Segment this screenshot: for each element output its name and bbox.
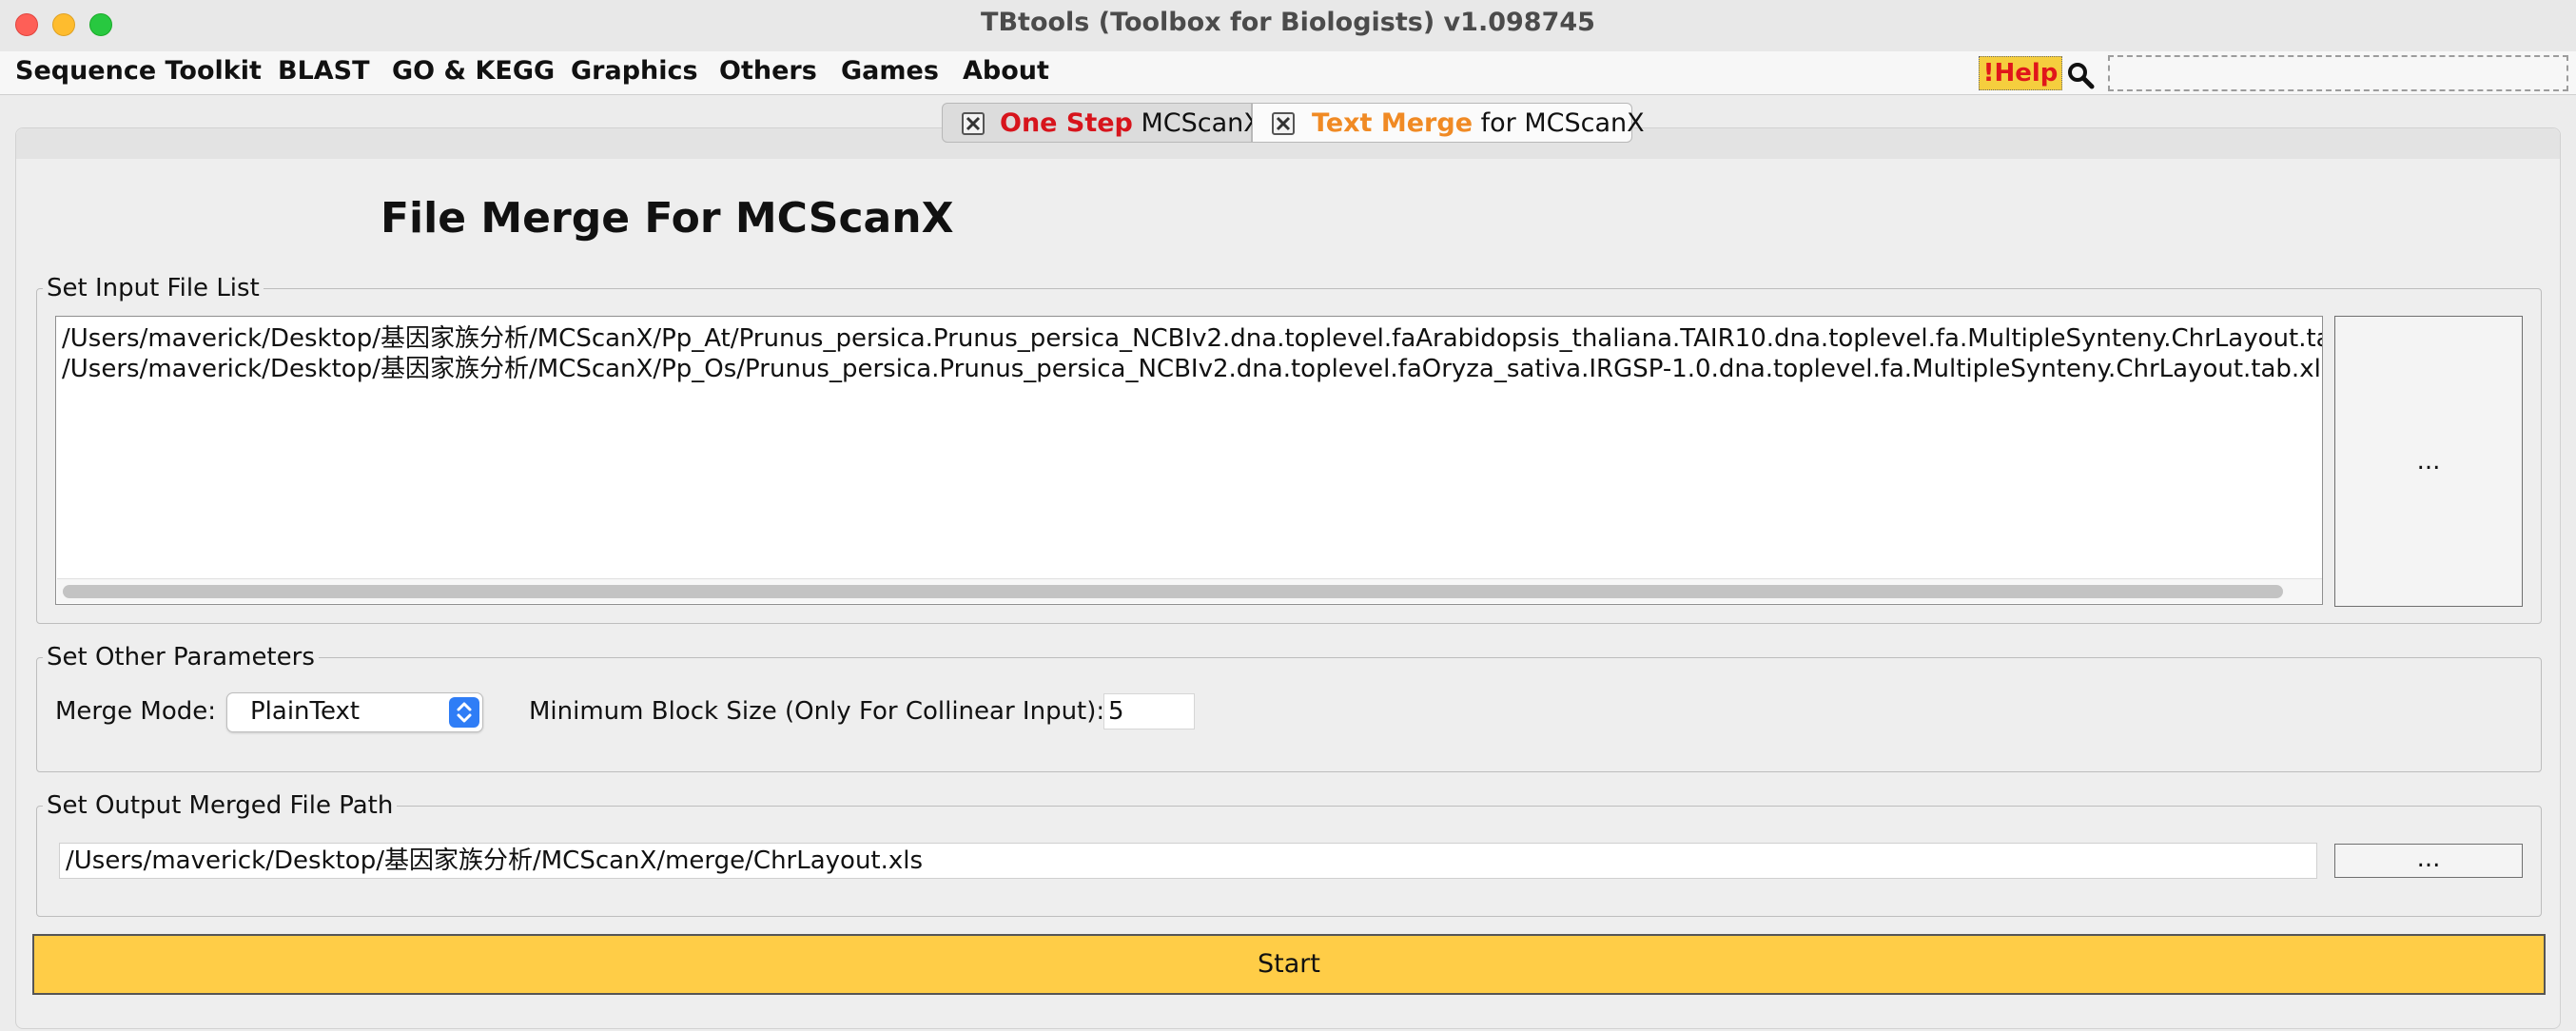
output-section-legend: Set Output Merged File Path <box>47 791 394 820</box>
menu-graphics[interactable]: Graphics <box>571 56 698 86</box>
tab-accent-label: Text Merge <box>1312 108 1473 138</box>
tab-text-merge-mcscanx[interactable]: Text Merge for MCScanX <box>1252 103 1645 143</box>
block-size-label: Minimum Block Size (Only For Collinear I… <box>529 697 1105 726</box>
merge-mode-select[interactable]: PlainText <box>226 692 483 732</box>
start-button[interactable]: Start <box>32 934 2546 995</box>
close-box-icon[interactable] <box>962 112 985 135</box>
close-box-icon[interactable] <box>1272 112 1295 135</box>
tab-accent-label: One Step <box>1000 108 1133 138</box>
params-section-legend: Set Other Parameters <box>47 643 315 671</box>
menu-go-kegg[interactable]: GO & KEGG <box>392 56 555 86</box>
merge-mode-label: Merge Mode: <box>55 697 217 726</box>
browse-output-path-button[interactable]: ... <box>2334 844 2523 878</box>
magnifier-icon[interactable] <box>2066 61 2095 89</box>
help-button[interactable]: !Help <box>1979 56 2062 90</box>
menu-others[interactable]: Others <box>719 56 817 86</box>
tab-label: for MCScanX <box>1480 108 1645 138</box>
min-block-size-input[interactable]: 5 <box>1103 693 1195 729</box>
menu-blast[interactable]: BLAST <box>278 56 370 86</box>
menu-bar: Sequence Toolkit BLAST GO & KEGG Graphic… <box>0 51 2576 95</box>
tab-one-step-mcscanx[interactable]: One Step MCScanX <box>942 103 1261 143</box>
list-item[interactable]: /Users/maverick/Desktop/基因家族分析/MCScanX/P… <box>62 349 2322 384</box>
tab-label: MCScanX <box>1141 108 1261 138</box>
menu-sequence-toolkit[interactable]: Sequence Toolkit <box>15 56 262 86</box>
scrollbar-thumb[interactable] <box>63 585 2283 598</box>
horizontal-scrollbar[interactable] <box>57 578 2322 603</box>
window-title: TBtools (Toolbox for Biologists) v1.0987… <box>981 8 1595 37</box>
browse-input-files-button[interactable]: ... <box>2334 316 2523 607</box>
merge-mode-value: PlainText <box>250 697 361 726</box>
page-title: File Merge For MCScanX <box>381 194 954 243</box>
input-file-list[interactable]: /Users/maverick/Desktop/基因家族分析/MCScanX/P… <box>55 316 2323 605</box>
input-section-legend: Set Input File List <box>47 274 260 302</box>
menu-games[interactable]: Games <box>841 56 939 86</box>
menu-about[interactable]: About <box>963 56 1049 86</box>
output-path-field[interactable]: /Users/maverick/Desktop/基因家族分析/MCScanX/m… <box>59 843 2317 879</box>
chevron-up-down-icon <box>449 697 479 728</box>
search-input[interactable] <box>2108 55 2568 91</box>
